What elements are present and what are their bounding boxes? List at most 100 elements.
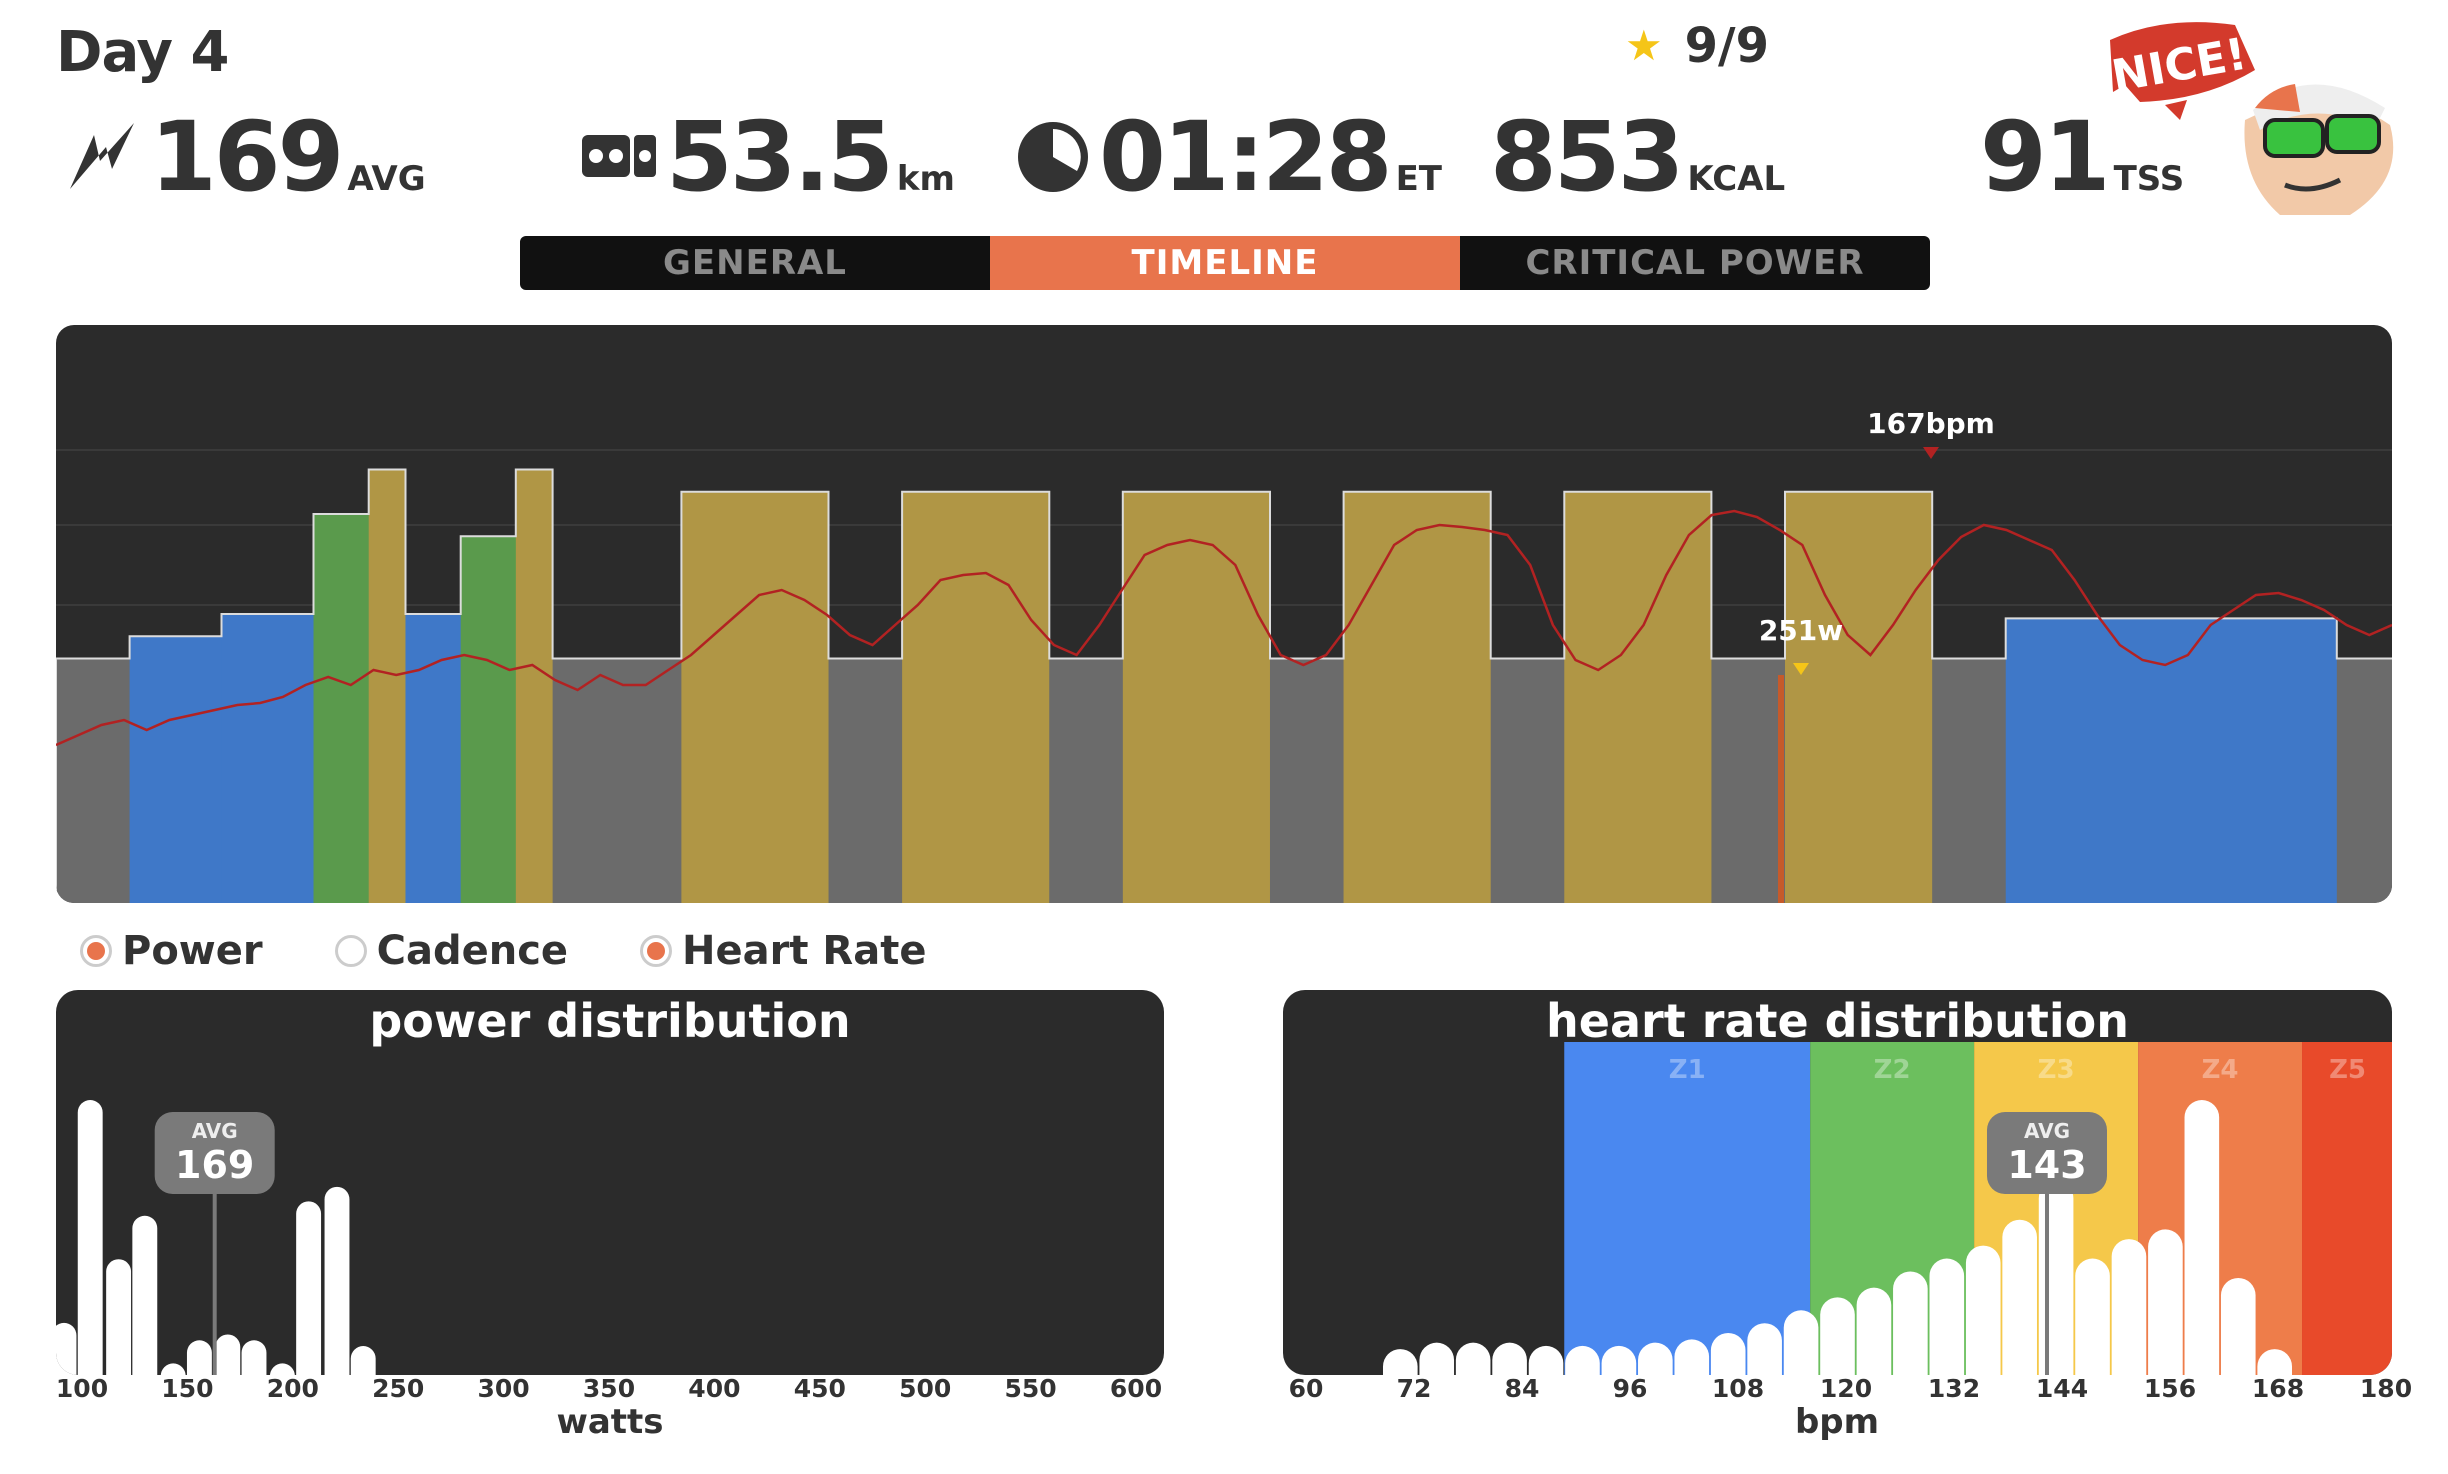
hr-bar (1710, 1332, 1746, 1375)
hr-bar (2075, 1258, 2110, 1375)
power-bar (56, 1322, 77, 1375)
power-segment (460, 536, 517, 903)
power-tick: 450 (793, 1374, 846, 1403)
power-segment (368, 469, 406, 903)
hr-bar (2184, 1100, 2220, 1375)
power-tick: 100 (55, 1374, 109, 1403)
hr-tick: 168 (2251, 1374, 2305, 1403)
star-count: 9/9 (1684, 18, 1769, 74)
hr-tick: 132 (1927, 1374, 1981, 1403)
power-value: 169 (150, 101, 344, 213)
hr-bar (1893, 1271, 1928, 1375)
clock-icon (1015, 109, 1091, 205)
power-bar (350, 1346, 376, 1375)
calories-unit: KCAL (1687, 159, 1786, 199)
hr-tick: 72 (1396, 1374, 1432, 1403)
toggle-cadence[interactable]: Cadence (334, 928, 568, 974)
power-segment (1343, 491, 1492, 903)
power-distribution-panel: power distribution AVG 169 (56, 990, 1164, 1375)
hr-tick: 96 (1612, 1374, 1648, 1403)
power-segment (1564, 491, 1712, 903)
odometer-icon (580, 109, 658, 205)
hr-distribution-title: heart rate distribution (1546, 994, 2129, 1048)
hr-tick: 60 (1288, 1374, 1324, 1403)
max-hr-label: 167bpm (1867, 407, 1995, 440)
zone-band (1564, 1042, 1811, 1375)
hr-x-label: bpm (1794, 1402, 1880, 1442)
zone-label: Z3 (2038, 1055, 2075, 1085)
mascot-avatar: NICE! (2105, 10, 2405, 220)
hr-bar (1528, 1345, 1564, 1375)
power-segment (902, 491, 1050, 903)
power-segment (56, 658, 131, 903)
distance-unit: km (896, 159, 955, 199)
time-unit: ET (1395, 159, 1442, 199)
power-segment (681, 491, 830, 903)
hr-bar (1455, 1342, 1491, 1375)
power-bar (132, 1215, 158, 1375)
power-segment (221, 614, 315, 903)
tab-general[interactable]: GENERAL (520, 236, 990, 290)
calories-stat: 853 KCAL (1490, 105, 1785, 205)
hr-bar (1856, 1287, 1892, 1375)
hr-bar (1674, 1339, 1710, 1375)
power-segment (1932, 658, 2007, 903)
hr-bar (1783, 1310, 1819, 1375)
cadence-radio[interactable] (334, 935, 367, 967)
power-bar (241, 1340, 267, 1375)
power-bar (77, 1100, 103, 1375)
zone-label: Z1 (1669, 1055, 1706, 1085)
tab-critical-power[interactable]: CRITICAL POWER (1460, 236, 1930, 290)
hr-bar (1820, 1297, 1855, 1375)
toggle-heart-rate-label: Heart Rate (682, 928, 927, 974)
power-segment (2336, 658, 2392, 903)
power-tick: 150 (161, 1374, 214, 1403)
max-power-label: 251w (1759, 614, 1843, 647)
tab-timeline[interactable]: TIMELINE (990, 236, 1460, 290)
power-segment (1122, 491, 1271, 903)
hr-bar (2002, 1219, 2037, 1375)
power-tick: 500 (899, 1374, 952, 1403)
power-avg-value: 169 (175, 1143, 254, 1187)
power-distribution-title: power distribution (369, 994, 851, 1048)
zone-band (2302, 1042, 2392, 1375)
power-segment (515, 469, 554, 903)
power-segment (552, 658, 682, 903)
power-avg-caption: AVG (192, 1119, 238, 1143)
power-tick: 250 (372, 1374, 425, 1403)
toggle-power[interactable]: Power (80, 928, 263, 974)
power-segment (129, 636, 223, 903)
hr-tick: 84 (1504, 1374, 1540, 1403)
timeline-chart: 167bpm 251w (56, 325, 2392, 903)
power-segment (313, 513, 370, 903)
power-x-label: watts (556, 1402, 664, 1442)
hr-bar (1747, 1323, 1782, 1375)
power-tick: 550 (1004, 1374, 1057, 1403)
power-segment (1711, 658, 1786, 903)
power-segment (1490, 658, 1565, 903)
hr-tick: 180 (2359, 1374, 2413, 1403)
distance-stat: 53.5 km (580, 105, 955, 205)
power-bar (106, 1259, 132, 1375)
distance-value: 53.5 (666, 101, 894, 213)
page-title: Day 4 (56, 20, 230, 85)
power-tick: 300 (477, 1374, 530, 1403)
power-tick: 400 (688, 1374, 741, 1403)
power-segment (1049, 658, 1124, 903)
power-tick: 350 (582, 1374, 636, 1403)
power-bar (324, 1186, 350, 1375)
power-bar (186, 1340, 212, 1375)
star-counter: ★ 9/9 (1625, 18, 1769, 74)
zone-label: Z4 (2202, 1055, 2239, 1085)
heart-rate-radio[interactable] (640, 935, 673, 967)
series-toggles: Power Cadence Heart Rate (80, 928, 926, 974)
hr-tick: 120 (1819, 1374, 1873, 1403)
time-value: 01:28 (1099, 101, 1393, 213)
power-stat: 169 AVG (66, 105, 426, 205)
tss-value: 91 (1980, 101, 2111, 213)
power-radio[interactable] (80, 935, 112, 967)
hr-bar (1965, 1245, 2001, 1375)
power-segment (1269, 658, 1345, 903)
toggle-heart-rate[interactable]: Heart Rate (640, 928, 926, 974)
power-tick: 600 (1109, 1374, 1163, 1403)
